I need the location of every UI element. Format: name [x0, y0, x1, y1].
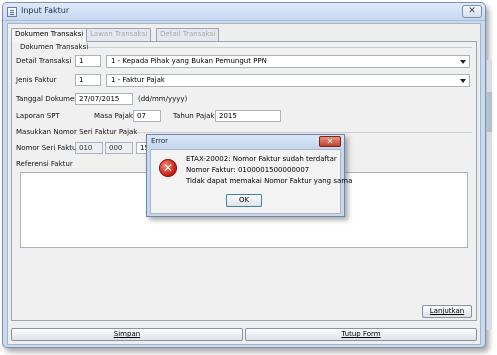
nomor-seri-label: Nomor Seri Faktur: [16, 144, 80, 152]
tab-lawan-transaksi[interactable]: Lawan Transaksi: [86, 28, 152, 41]
lanjutkan-button-label: Lanjutkan: [429, 307, 465, 315]
background-scrollbar[interactable]: [486, 60, 492, 330]
laporan-spt-label: Laporan SPT: [16, 112, 60, 120]
dialog-close-button[interactable]: ✕: [319, 136, 341, 147]
error-icon: ✕: [159, 159, 177, 177]
tanggal-format-hint: (dd/mm/yyyy): [138, 95, 188, 103]
error-message-line-2: Nomor Faktur: 0100001500000007: [186, 166, 310, 174]
masa-pajak-field[interactable]: 07: [133, 110, 161, 122]
dialog-title: Error: [151, 137, 169, 145]
ok-button[interactable]: OK: [226, 194, 262, 207]
detail-transaksi-code-field[interactable]: 1: [75, 55, 101, 67]
window-titlebar[interactable]: Input Faktur ✕: [3, 3, 485, 21]
section-dokumen-label: Dokumen Transaksi: [20, 43, 89, 51]
simpan-button[interactable]: Simpan: [11, 328, 243, 341]
section-nomor-seri-label: Masukkan Nomor Seri Faktur Pajak: [16, 128, 138, 136]
tab-dokumen-transaksi[interactable]: Dokumen Transaksi: [11, 28, 88, 42]
referensi-faktur-label: Referensi Faktur: [16, 160, 73, 168]
masa-pajak-label: Masa Pajak: [94, 112, 133, 120]
tanggal-dokumen-label: Tanggal Dokumen: [16, 95, 79, 103]
chevron-down-icon: [460, 79, 466, 83]
jenis-faktur-dropdown[interactable]: 1 - Faktur Pajak: [106, 74, 470, 87]
ok-button-label: OK: [238, 196, 250, 204]
dialog-titlebar[interactable]: Error ✕: [147, 135, 344, 148]
chevron-down-icon: [460, 60, 466, 64]
simpan-button-label: Simpan: [113, 330, 141, 338]
tahun-pajak-field[interactable]: 2015: [215, 110, 281, 122]
jenis-faktur-code-field[interactable]: 1: [75, 74, 101, 86]
app-icon: [7, 7, 17, 17]
detail-transaksi-label: Detail Transaksi: [16, 57, 72, 65]
window-title: Input Faktur: [21, 6, 70, 15]
error-message-line-3: Tidak dapat memakai Nomor Faktur yang sa…: [186, 177, 353, 185]
detail-transaksi-value: 1 - Kepada Pihak yang Bukan Pemungut PPN: [111, 57, 267, 65]
section-divider: [88, 47, 472, 48]
detail-transaksi-dropdown[interactable]: 1 - Kepada Pihak yang Bukan Pemungut PPN: [106, 55, 470, 68]
tab-detail-transaksi[interactable]: Detail Transaksi: [156, 28, 220, 41]
nomor-seri-part-2[interactable]: 000: [105, 142, 133, 154]
lanjutkan-button[interactable]: Lanjutkan: [422, 305, 472, 318]
tanggal-dokumen-field[interactable]: 27/07/2015: [75, 93, 133, 105]
tutup-form-button-label: Tutup Form: [341, 330, 381, 338]
dialog-body: ✕ ETAX-20002: Nomor Faktur sudah terdaft…: [150, 149, 352, 214]
tahun-pajak-label: Tahun Pajak: [173, 112, 215, 120]
window-close-button[interactable]: ✕: [462, 5, 482, 18]
section-divider: [136, 132, 472, 133]
jenis-faktur-label: Jenis Faktur: [16, 76, 57, 84]
jenis-faktur-value: 1 - Faktur Pajak: [111, 76, 165, 84]
error-message-line-1: ETAX-20002: Nomor Faktur sudah terdaftar: [186, 155, 337, 163]
nomor-seri-part-1[interactable]: 010: [75, 142, 103, 154]
error-dialog: Error ✕ ✕ ETAX-20002: Nomor Faktur sudah…: [146, 134, 352, 217]
tutup-form-button[interactable]: Tutup Form: [245, 328, 477, 341]
scrollbar-thumb[interactable]: [487, 92, 492, 132]
